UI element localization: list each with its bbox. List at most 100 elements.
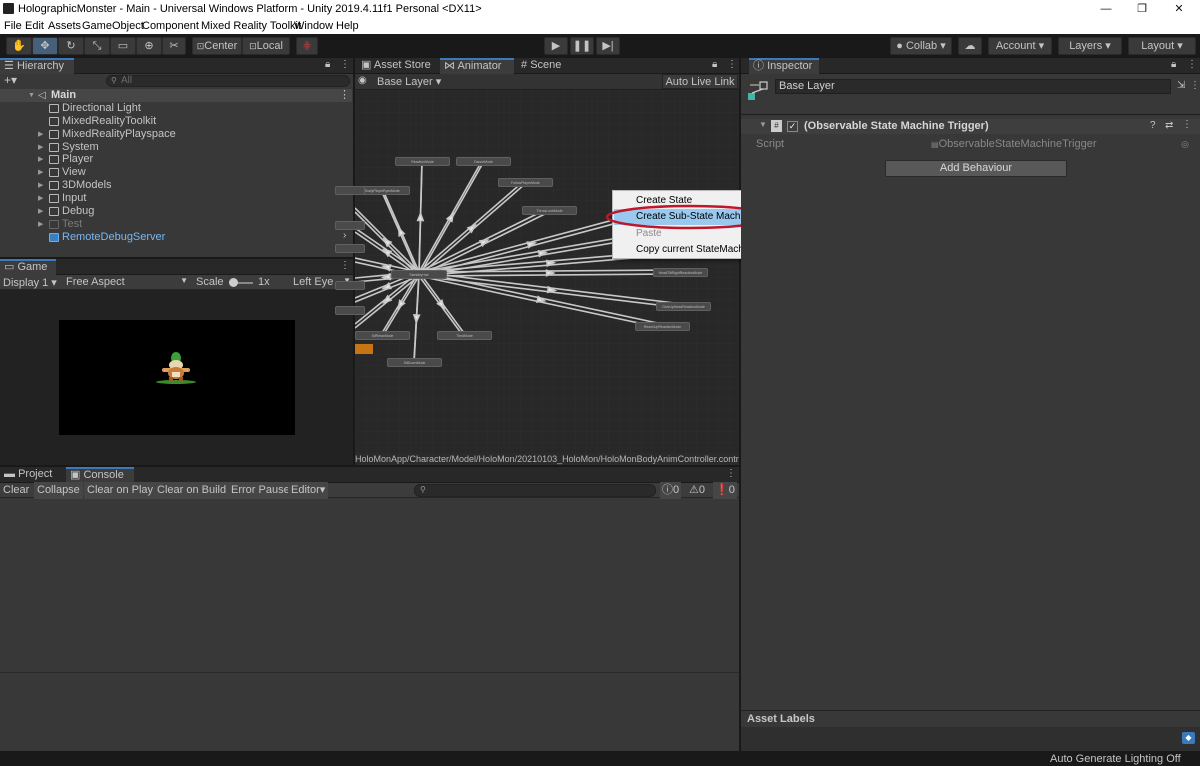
expand-arrow-icon[interactable]: ▶: [38, 153, 46, 166]
hierarchy-item[interactable]: MixedRealityToolkit: [0, 115, 352, 128]
pause-button[interactable]: ❚❚: [570, 37, 594, 55]
state-node-partial[interactable]: [335, 306, 365, 315]
rect-tool-button[interactable]: ▭: [110, 37, 136, 55]
account-dropdown[interactable]: Account ▾: [988, 37, 1052, 55]
tab-console[interactable]: ▣ Console: [66, 467, 134, 483]
help-icon[interactable]: ?: [1150, 120, 1156, 131]
state-node[interactable]: SitRelaxMode: [355, 331, 410, 340]
hierarchy-item[interactable]: ▶ Test: [0, 218, 352, 231]
expand-arrow-icon[interactable]: ▶: [38, 218, 46, 231]
tab-project[interactable]: ▬ Project: [0, 467, 64, 483]
error-pause-button[interactable]: Error Pause: [228, 482, 293, 499]
move-tool-button[interactable]: ✥: [32, 37, 58, 55]
hierarchy-item[interactable]: ▶ Input: [0, 192, 352, 205]
rotate-tool-button[interactable]: ↻: [58, 37, 84, 55]
state-node-partial[interactable]: [335, 221, 365, 230]
state-node[interactable]: ReachUpReactionMode: [635, 322, 690, 331]
pin-icon[interactable]: ⇲: [1177, 80, 1185, 91]
panel-menu-icon[interactable]: ⋮: [1187, 59, 1197, 70]
custom-tool-button[interactable]: ✂: [162, 37, 186, 55]
create-dropdown[interactable]: +▾: [4, 74, 26, 88]
object-picker-icon[interactable]: ◎: [1181, 138, 1189, 151]
hierarchy-item[interactable]: ▶ Player: [0, 153, 352, 166]
hierarchy-search-field[interactable]: ⚲ All: [106, 75, 350, 87]
chevron-right-icon[interactable]: ›: [343, 230, 346, 241]
object-name-field[interactable]: Base Layer: [775, 79, 1171, 94]
panel-menu-icon[interactable]: ⋮: [340, 260, 350, 271]
panel-menu-icon[interactable]: ⋮: [340, 59, 350, 70]
state-node[interactable]: DanceMode: [456, 157, 511, 166]
menu-assets[interactable]: Assets: [48, 20, 81, 32]
expand-arrow-icon[interactable]: ▶: [38, 192, 46, 205]
tab-animator[interactable]: ⋈ Animator: [440, 58, 514, 74]
clear-button[interactable]: Clear: [3, 482, 29, 499]
cloud-button[interactable]: ☁: [958, 37, 982, 55]
expand-arrow-icon[interactable]: ▶: [38, 205, 46, 218]
script-field[interactable]: ▤ObservableStateMachineTrigger ◎: [931, 138, 1193, 152]
state-node-partial[interactable]: [335, 281, 365, 290]
layer-breadcrumb[interactable]: Base Layer ▾: [377, 75, 441, 88]
state-node[interactable]: TiredMode: [437, 331, 492, 340]
layout-dropdown[interactable]: Layout ▾: [1128, 37, 1196, 55]
expand-arrow-icon[interactable]: ▶: [38, 141, 46, 154]
hierarchy-item[interactable]: Directional Light: [0, 102, 352, 115]
tab-asset-store[interactable]: ▣ Asset Store: [357, 58, 437, 74]
maximize-button[interactable]: ❐: [1132, 1, 1152, 17]
pivot-local-button[interactable]: ⊡Local: [242, 37, 290, 55]
scale-slider-thumb[interactable]: [229, 278, 238, 287]
grid-snap-button[interactable]: ⋕: [296, 37, 318, 55]
menu-component[interactable]: Component: [142, 20, 199, 32]
hierarchy-item[interactable]: ▶ Debug: [0, 205, 352, 218]
auto-live-link-button[interactable]: Auto Live Link: [662, 74, 738, 89]
enabled-checkbox[interactable]: ✓: [787, 121, 798, 132]
state-node[interactable]: HeadTiltRightReactionMode: [653, 268, 708, 277]
add-behaviour-button[interactable]: Add Behaviour: [885, 160, 1067, 177]
state-node[interactable]: SitDownMode: [387, 358, 442, 367]
state-node-partial[interactable]: [335, 244, 365, 253]
menu-edit[interactable]: Edit: [25, 20, 44, 32]
expand-arrow-icon[interactable]: ▶: [38, 179, 46, 192]
hierarchy-item[interactable]: RemoteDebugServer: [0, 231, 352, 244]
collab-dropdown[interactable]: ● Collab ▾: [890, 37, 952, 55]
tab-hierarchy[interactable]: ☰ Hierarchy: [0, 58, 74, 74]
scale-tool-button[interactable]: ⤡: [84, 37, 110, 55]
step-button[interactable]: ▶|: [596, 37, 620, 55]
error-count-toggle[interactable]: ❗0: [713, 482, 737, 499]
close-button[interactable]: ✕: [1169, 1, 1189, 17]
info-count-toggle[interactable]: ⓘ0: [660, 482, 682, 499]
collapse-button[interactable]: Collapse: [34, 482, 83, 499]
game-viewport[interactable]: [59, 320, 295, 435]
hierarchy-item[interactable]: ▶ System: [0, 141, 352, 154]
state-node[interactable]: FollowPlayerMode: [498, 178, 553, 187]
state-node[interactable]: ThrowLookMode: [522, 206, 577, 215]
preset-icon[interactable]: ⇄: [1165, 120, 1173, 131]
settings-icon[interactable]: ⋮: [1190, 80, 1200, 91]
clear-on-build-button[interactable]: Clear on Build: [154, 482, 230, 499]
expand-arrow-icon[interactable]: ▶: [38, 128, 46, 141]
state-node[interactable]: ReactionMode: [395, 157, 450, 166]
scene-menu-icon[interactable]: ⋮: [339, 89, 350, 102]
transform-tool-button[interactable]: ⊕: [136, 37, 162, 55]
menu-mixed-reality-toolkit[interactable]: Mixed Reality Toolkit: [201, 20, 301, 32]
entry-state-node[interactable]: [355, 344, 373, 354]
play-button[interactable]: ▶: [544, 37, 568, 55]
menu-gameobject[interactable]: GameObject: [82, 20, 144, 32]
label-tag-icon[interactable]: ◆: [1182, 732, 1195, 744]
lock-icon[interactable]: 🔒︎: [712, 59, 717, 70]
hierarchy-item[interactable]: ▶ 3DModels: [0, 179, 352, 192]
menu-file[interactable]: File: [4, 20, 22, 32]
panel-menu-icon[interactable]: ⋮: [727, 59, 737, 70]
expand-arrow-icon[interactable]: ▶: [38, 166, 46, 179]
pivot-center-button[interactable]: ⊡Center: [192, 37, 242, 55]
minimize-button[interactable]: —: [1096, 1, 1116, 17]
component-menu-icon[interactable]: ⋮: [1182, 119, 1192, 130]
clear-on-play-button[interactable]: Clear on Play: [84, 482, 157, 499]
layers-dropdown[interactable]: Layers ▾: [1058, 37, 1122, 55]
scene-row-main[interactable]: ▼ ◁ Main ⋮: [0, 89, 352, 102]
editor-dropdown[interactable]: Editor▾: [288, 482, 329, 499]
aspect-dropdown[interactable]: Free Aspect ▼: [66, 276, 190, 288]
hierarchy-item[interactable]: ▶ View: [0, 166, 352, 179]
foldout-arrow-icon[interactable]: ▼: [759, 120, 767, 129]
tab-scene[interactable]: # Scene: [517, 58, 577, 74]
warning-count-toggle[interactable]: ⚠0: [687, 482, 707, 499]
